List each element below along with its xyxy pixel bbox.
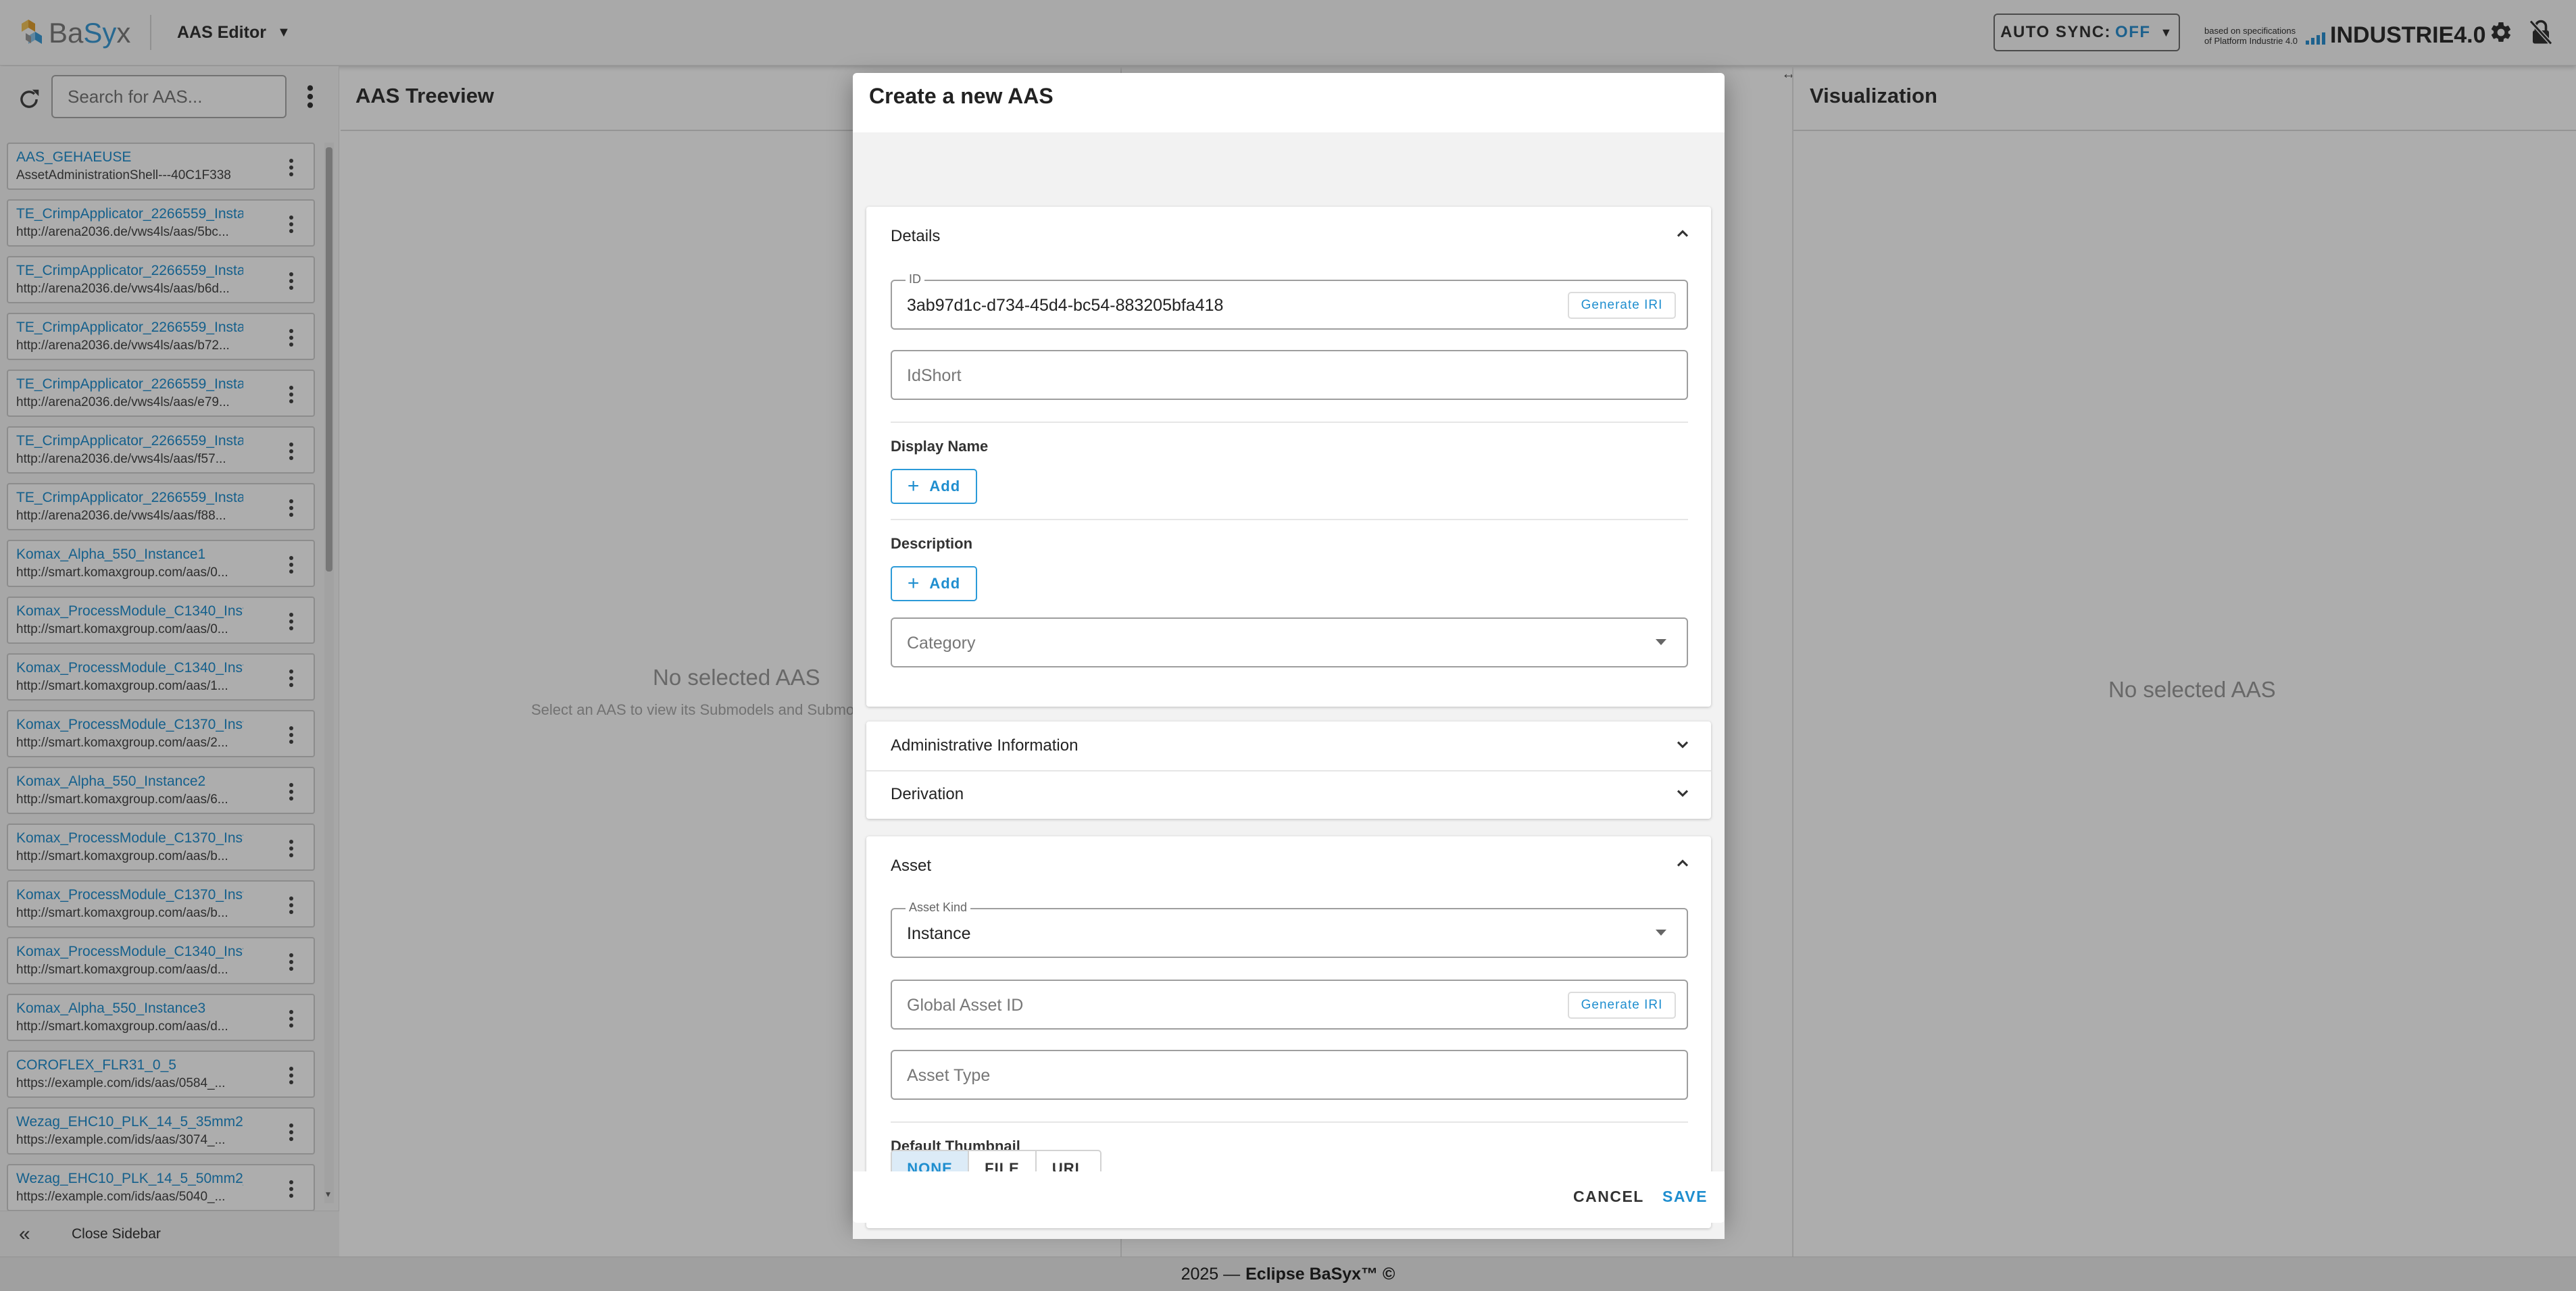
add-description-button[interactable]: + Add — [891, 566, 977, 601]
chevron-down-icon[interactable] — [1673, 735, 1692, 754]
dialog-title: Create a new AAS — [869, 84, 1054, 108]
generate-iri-button[interactable]: Generate IRI — [1568, 992, 1676, 1019]
id-field[interactable]: ID 3ab97d1c-d734-45d4-bc54-883205bfa418 … — [891, 272, 1688, 330]
category-select[interactable]: Category — [891, 617, 1688, 667]
dialog-body: Details ID 3ab97d1c-d734-45d4-bc54-88320… — [853, 132, 1725, 1239]
section-divider — [891, 422, 1688, 423]
category-placeholder: Category — [907, 634, 976, 653]
details-panel-header[interactable]: Details — [891, 227, 940, 246]
derivation-header[interactable]: Derivation — [891, 785, 964, 804]
id-field-value: 3ab97d1c-d734-45d4-bc54-883205bfa418 — [907, 296, 1224, 315]
add-button-label: Add — [929, 478, 961, 495]
dropdown-caret-icon — [1656, 639, 1666, 645]
asset-kind-value: Instance — [907, 924, 971, 943]
generate-iri-button[interactable]: Generate IRI — [1568, 292, 1676, 319]
plus-icon: + — [907, 475, 920, 497]
panel-divider — [866, 770, 1711, 771]
section-divider — [891, 1121, 1688, 1123]
administrative-information-header[interactable]: Administrative Information — [891, 736, 1078, 755]
save-button[interactable]: SAVE — [1662, 1188, 1708, 1206]
admin-derivation-panels: Administrative Information Derivation — [866, 722, 1711, 819]
idshort-input[interactable]: IdShort — [891, 350, 1688, 400]
asset-type-placeholder: Asset Type — [907, 1066, 991, 1085]
cancel-button[interactable]: CANCEL — [1573, 1188, 1644, 1206]
asset-type-input[interactable]: Asset Type — [891, 1050, 1688, 1100]
create-aas-dialog: Create a new AAS Details ID 3ab97d1c-d73… — [853, 73, 1725, 1239]
display-name-label: Display Name — [891, 438, 989, 455]
chevron-up-icon[interactable] — [1673, 224, 1692, 243]
asset-kind-label: Asset Kind — [906, 901, 971, 915]
add-display-name-button[interactable]: + Add — [891, 469, 977, 504]
description-label: Description — [891, 535, 973, 552]
dialog-actions: CANCEL SAVE — [853, 1171, 1725, 1223]
idshort-placeholder: IdShort — [907, 366, 962, 385]
id-field-label: ID — [906, 272, 924, 286]
dropdown-caret-icon — [1656, 930, 1666, 936]
chevron-down-icon[interactable] — [1673, 784, 1692, 803]
chevron-up-icon[interactable] — [1673, 854, 1692, 873]
asset-panel-header[interactable]: Asset — [891, 857, 931, 876]
plus-icon: + — [907, 572, 920, 594]
asset-kind-select[interactable]: Asset Kind Instance — [891, 901, 1688, 958]
global-asset-id-input[interactable]: Global Asset ID Generate IRI — [891, 980, 1688, 1030]
add-button-label: Add — [929, 575, 961, 592]
app-root: BaSyx AAS Editor ▼ AUTO SYNC: OFF ▼ base… — [0, 0, 2576, 1291]
details-panel: Details ID 3ab97d1c-d734-45d4-bc54-88320… — [866, 207, 1711, 707]
section-divider — [891, 519, 1688, 520]
global-asset-id-placeholder: Global Asset ID — [907, 996, 1024, 1015]
